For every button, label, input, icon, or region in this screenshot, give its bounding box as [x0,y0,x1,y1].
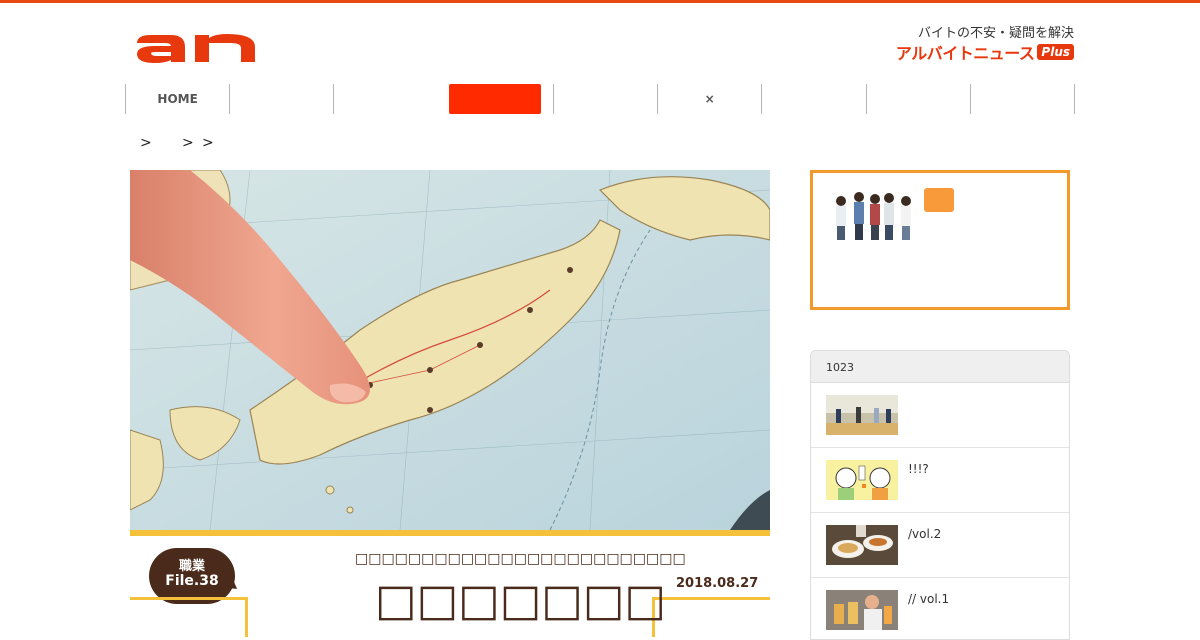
an-logo[interactable] [135,33,257,63]
title-frame-right [652,597,770,637]
list-item-title: !!!? [908,462,929,476]
nav-item-9[interactable] [969,84,1075,114]
nav-item-8[interactable] [865,84,970,114]
nav-item-5[interactable] [552,84,657,114]
brand-plus-badge: Plus [1037,44,1074,60]
map-illustration [130,170,770,530]
thumbnail-gym [826,395,898,435]
nav-item-2[interactable] [229,84,333,114]
brand-link[interactable]: アルバイトニュース Plus [896,40,1074,64]
list-item[interactable]: /vol.2 [811,513,1069,578]
breadcrumb: > > > [140,135,214,151]
article-title: □□□□□□□ [375,575,667,626]
header-tagline: バイトの不安・疑問を解決 [917,26,1074,41]
nav-item-home[interactable]: HOME [125,84,229,114]
list-item[interactable]: !!!? [811,448,1069,513]
breadcrumb-sep: > [202,135,214,151]
brand-name: アルバイトニュース [895,44,1035,63]
file-badge-label: 職業 [178,559,205,574]
top-accent-bar [0,0,1200,3]
promo-tag [924,188,954,212]
promo-people-photo [829,187,919,243]
hero-image-japan-map [130,170,770,530]
nav-active-pill [449,84,542,114]
thumbnail-drinks [826,590,898,630]
breadcrumb-sep: > [182,135,194,151]
list-item[interactable] [811,383,1069,448]
file-badge: 職業 File.38 [149,548,235,604]
hero-underline [130,530,770,536]
thumbnail-food [826,525,898,565]
title-frame-left [130,597,248,637]
list-item-title: // vol.1 [908,592,950,606]
nav-item-7[interactable] [761,84,865,114]
nav-item-cross[interactable]: × [657,84,761,114]
sidebar-promo-banner[interactable] [810,170,1070,310]
nav-item-3[interactable] [333,84,437,114]
thumbnail-manga [826,460,898,500]
ranking-header: 1023 [811,351,1069,383]
file-badge-number: File.38 [165,573,219,589]
main-nav: HOME × [125,84,1075,114]
list-item-title: /vol.2 [908,527,942,541]
article-date: 2018.08.27 [676,576,759,591]
ranking-list: 1023 !!!? /vol.2 // vol.1 [810,350,1070,640]
breadcrumb-sep: > [140,135,152,151]
list-item[interactable]: // vol.1 [811,578,1069,639]
article-subtitle: □□□□□□□□□□□□□□□□□□□□□□□□□ [355,551,686,567]
nav-item-active[interactable] [438,84,553,114]
